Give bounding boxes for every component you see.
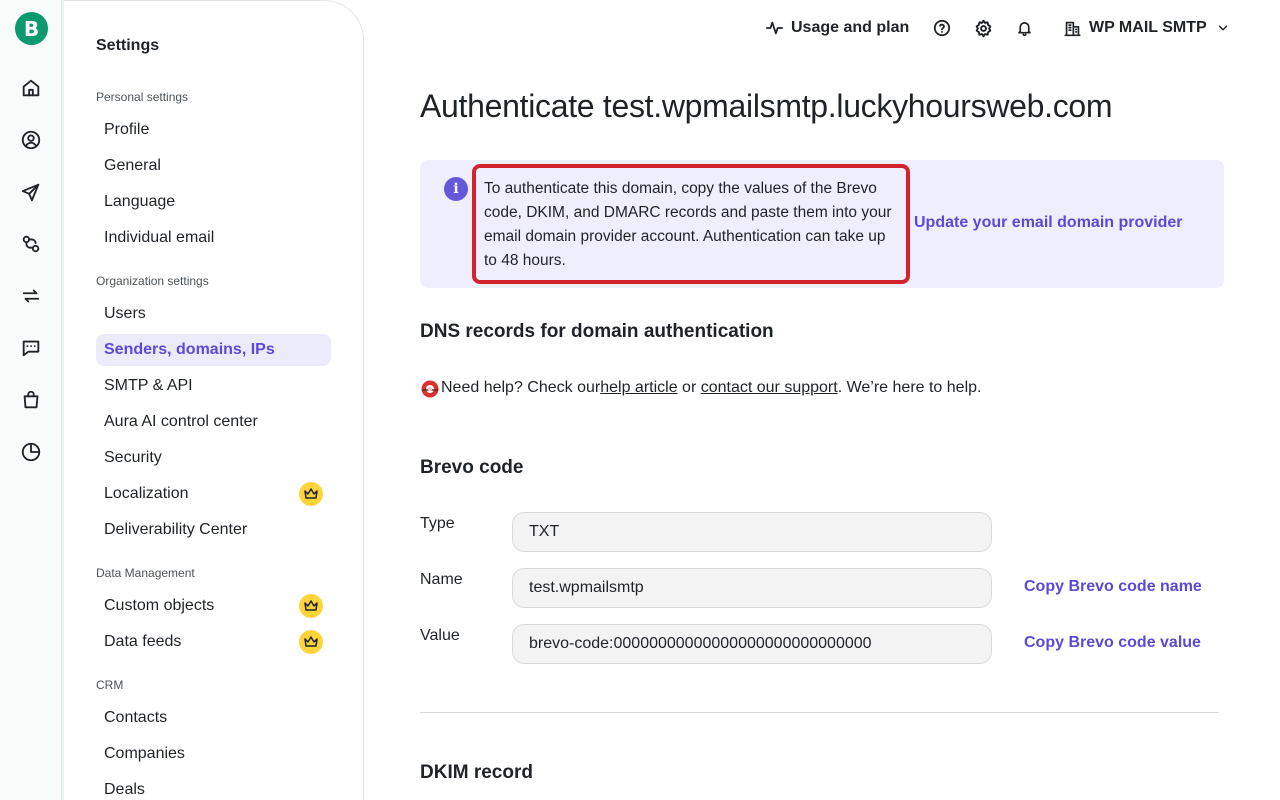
- campaigns-send-icon[interactable]: [19, 180, 43, 204]
- sidebar-item-contacts[interactable]: Contacts: [96, 702, 331, 734]
- conversations-icon[interactable]: [19, 336, 43, 360]
- account-switcher[interactable]: WP MAIL SMTP: [1064, 18, 1230, 38]
- page-title: Authenticate test.wpmailsmtp.luckyhoursw…: [420, 88, 1113, 124]
- brevo-logo[interactable]: B: [15, 12, 48, 45]
- settings-sidebar: Settings Personal settings Profile Gener…: [64, 0, 364, 800]
- gear-icon: [975, 19, 992, 37]
- section-divider: [420, 712, 1219, 713]
- copy-brevo-code-name-link[interactable]: Copy Brevo code name: [1024, 578, 1202, 596]
- sidebar-item-custom-objects[interactable]: Custom objects: [96, 590, 331, 622]
- section-data-management: Data Management: [96, 566, 195, 580]
- building-icon: [1064, 21, 1081, 36]
- activity-icon: [766, 21, 784, 35]
- notifications-button[interactable]: [1016, 18, 1033, 38]
- sidebar-item-companies[interactable]: Companies: [96, 738, 331, 770]
- premium-crown-icon: [299, 594, 323, 618]
- help-button[interactable]: [933, 18, 951, 38]
- transactional-icon[interactable]: [19, 284, 43, 308]
- logo-letter: B: [23, 16, 40, 41]
- brevo-code-heading: Brevo code: [420, 457, 524, 478]
- type-label: Type: [420, 515, 455, 532]
- settings-title: Settings: [96, 37, 160, 54]
- sidebar-item-senders-domains-ips[interactable]: Senders, domains, IPs: [96, 334, 331, 366]
- sidebar-item-profile[interactable]: Profile: [96, 114, 331, 146]
- sidebar-item-deliverability-center[interactable]: Deliverability Center: [96, 514, 331, 546]
- brevo-name-field[interactable]: test.wpmailsmtp: [512, 568, 992, 608]
- sidebar-item-users[interactable]: Users: [96, 298, 331, 330]
- sidebar-item-localization[interactable]: Localization: [96, 478, 331, 510]
- usage-and-plan-label: Usage and plan: [791, 19, 910, 36]
- bell-icon: [1018, 22, 1031, 37]
- account-name: WP MAIL SMTP: [1089, 19, 1207, 36]
- sidebar-item-aura-ai[interactable]: Aura AI control center: [96, 406, 331, 438]
- dns-records-heading: DNS records for domain authentication: [420, 321, 774, 342]
- help-prefix: Need help? Check our: [441, 379, 601, 396]
- sidebar-item-label: Custom objects: [104, 597, 215, 614]
- chevron-down-icon: [1218, 25, 1227, 31]
- contacts-icon[interactable]: [19, 128, 43, 152]
- value-label: Value: [420, 627, 460, 644]
- lifebuoy-icon: [421, 380, 439, 398]
- premium-crown-icon: [299, 630, 323, 654]
- sidebar-item-general[interactable]: General: [96, 150, 331, 182]
- section-crm: CRM: [96, 678, 124, 692]
- sidebar-item-label: Data feeds: [104, 633, 182, 650]
- sidebar-item-language[interactable]: Language: [96, 186, 331, 218]
- section-organization-settings: Organization settings: [96, 274, 209, 288]
- brevo-type-field[interactable]: TXT: [512, 512, 992, 552]
- update-domain-provider-link[interactable]: Update your email domain provider: [914, 214, 1183, 232]
- name-label: Name: [420, 571, 463, 588]
- help-suffix: . We’re here to help.: [837, 379, 982, 396]
- help-circle-icon: [933, 19, 951, 37]
- premium-crown-icon: [299, 482, 323, 506]
- usage-and-plan-button[interactable]: Usage and plan: [766, 18, 909, 38]
- help-middle: or: [677, 379, 701, 396]
- help-article-link[interactable]: help article: [600, 379, 677, 397]
- sales-bag-icon[interactable]: [19, 388, 43, 412]
- help-line: Need help? Check our help article or con…: [420, 378, 981, 398]
- sidebar-item-data-feeds[interactable]: Data feeds: [96, 626, 331, 658]
- home-icon[interactable]: [19, 76, 43, 100]
- automations-icon[interactable]: [19, 232, 43, 256]
- brevo-value-field[interactable]: brevo-code:00000000000000000000000000000: [512, 624, 992, 664]
- app-rail: B: [0, 0, 64, 800]
- reports-pie-icon[interactable]: [19, 440, 43, 464]
- info-icon: i: [444, 177, 468, 201]
- dkim-record-heading: DKIM record: [420, 762, 533, 783]
- sidebar-item-security[interactable]: Security: [96, 442, 331, 474]
- sidebar-item-label: Localization: [104, 485, 189, 502]
- sidebar-item-deals[interactable]: Deals: [96, 774, 331, 800]
- info-banner-text: To authenticate this domain, copy the va…: [484, 180, 892, 269]
- section-personal-settings: Personal settings: [96, 90, 189, 104]
- sidebar-item-smtp-api[interactable]: SMTP & API: [96, 370, 331, 402]
- info-banner: i To authenticate this domain, copy the …: [420, 160, 1224, 288]
- copy-brevo-code-value-link[interactable]: Copy Brevo code value: [1024, 634, 1201, 652]
- settings-gear-button[interactable]: [974, 18, 993, 38]
- sidebar-item-individual-email[interactable]: Individual email: [96, 222, 331, 254]
- contact-support-link[interactable]: contact our support: [701, 379, 838, 397]
